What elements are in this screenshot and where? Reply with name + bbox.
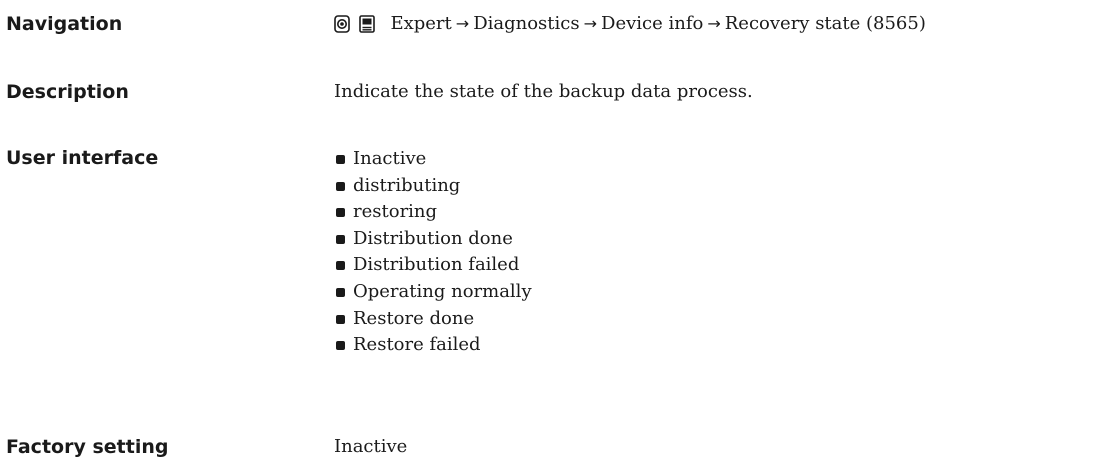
- factory-setting-label: Factory setting: [6, 436, 169, 458]
- breadcrumb-device-info: Device info: [601, 13, 704, 34]
- option-label: restoring: [353, 201, 438, 223]
- option-label: Distribution done: [353, 227, 513, 249]
- breadcrumb-diagnostics: Diagnostics: [473, 13, 580, 34]
- navigation-path: Expert → Diagnostics → Device info → Recovery …: [334, 12, 926, 39]
- description-text: Indicate the state of the backup data pr…: [334, 81, 753, 102]
- breadcrumb-recovery-state: Recovery state (8565): [724, 13, 926, 34]
- list-item: restoring: [334, 199, 532, 226]
- bullet-icon: [336, 287, 345, 297]
- nav-icons: [334, 15, 375, 39]
- operating-menu-icon: [334, 15, 350, 33]
- list-item: distributing: [334, 173, 532, 200]
- bullet-icon: [336, 208, 345, 218]
- breadcrumb-expert: Expert: [390, 13, 452, 34]
- breadcrumb-separator: →: [707, 14, 721, 33]
- user-interface-options: Inactive distributing restoring Distribu…: [334, 146, 532, 359]
- user-interface-label: User interface: [6, 147, 159, 169]
- bullet-icon: [336, 261, 345, 271]
- option-label: Inactive: [353, 148, 427, 169]
- option-label: Distribution failed: [353, 254, 520, 276]
- bullet-icon: [336, 314, 345, 324]
- display-module-icon: [358, 15, 375, 33]
- option-label: Operating normally: [353, 280, 532, 302]
- breadcrumb-separator: →: [583, 14, 598, 33]
- factory-setting-value: Inactive: [334, 436, 408, 457]
- list-item: Operating normally: [334, 279, 532, 306]
- bullet-icon: [336, 341, 345, 351]
- list-item: Restore done: [334, 306, 532, 333]
- list-item: Distribution failed: [334, 252, 532, 279]
- description-label: Description: [6, 81, 129, 103]
- list-item: Inactive: [334, 146, 532, 173]
- option-label: distributing: [353, 174, 461, 196]
- bullet-icon: [336, 155, 345, 164]
- option-list: Inactive distributing restoring Distribu…: [334, 146, 532, 359]
- option-label: Restore done: [353, 307, 475, 329]
- bullet-icon: [336, 181, 345, 191]
- list-item: Restore failed: [334, 332, 532, 359]
- breadcrumb-separator: →: [455, 14, 470, 33]
- bullet-icon: [336, 234, 345, 244]
- list-item: Distribution done: [334, 226, 532, 253]
- navigation-label: Navigation: [6, 13, 123, 35]
- option-label: Restore failed: [353, 334, 481, 356]
